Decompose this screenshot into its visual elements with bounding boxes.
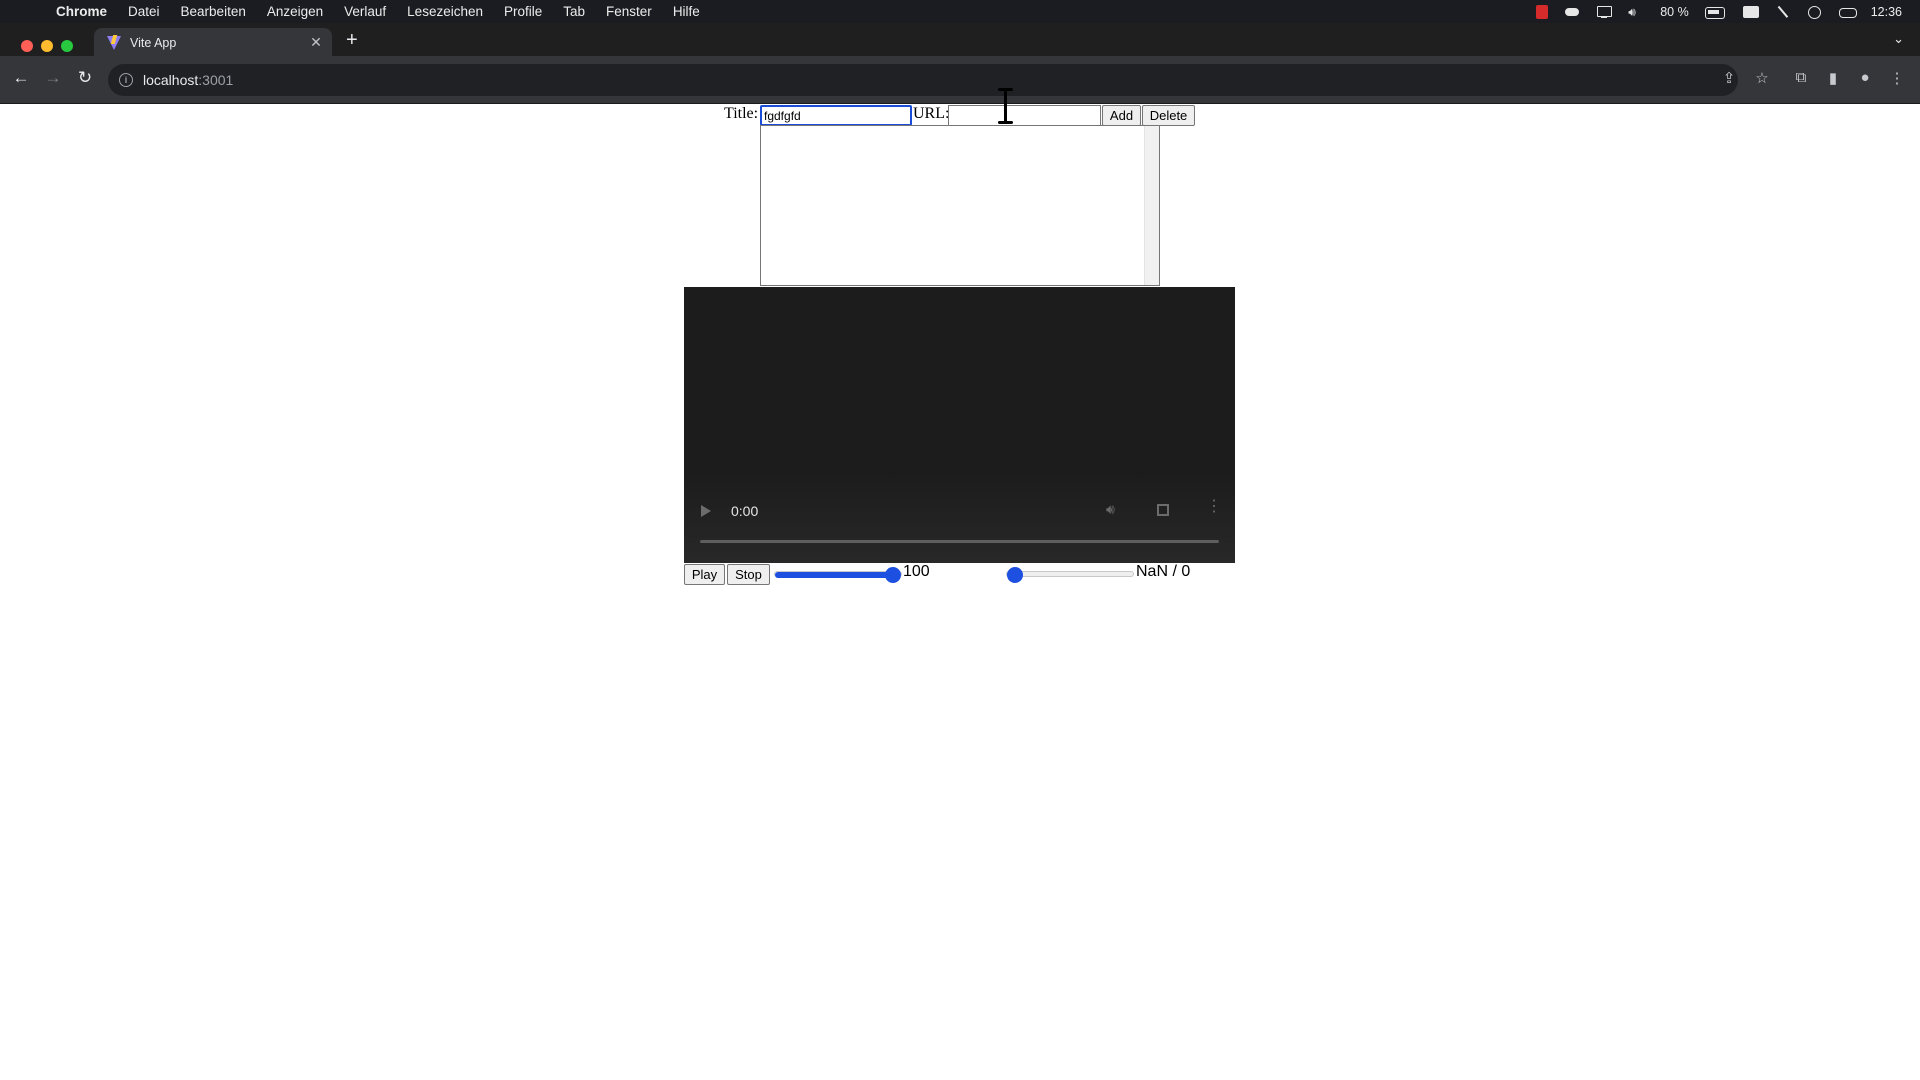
keyboard-icon[interactable] — [1742, 5, 1759, 19]
zoom-window-button[interactable] — [61, 40, 73, 52]
video-more-options-icon[interactable]: ⋮ — [1206, 499, 1222, 515]
tab-search-button[interactable]: ⌄ — [1893, 31, 1904, 47]
add-button[interactable]: Add — [1102, 105, 1141, 126]
display-icon[interactable] — [1596, 5, 1613, 19]
page-content: Title: fgdfgfd URL: Add Delete 0:00 🔊︎ ⋮… — [0, 105, 1920, 1080]
pen-icon[interactable] — [1775, 5, 1791, 19]
status-area: 🔊︎ 80 % 12:36 — [1536, 0, 1902, 23]
bookmark-star-icon[interactable]: ☆ — [1752, 69, 1772, 87]
volume-slider-fill — [775, 572, 893, 578]
cloud-icon[interactable] — [1564, 5, 1580, 19]
control-center-icon[interactable] — [1838, 5, 1857, 19]
listbox-scrollbar[interactable] — [1144, 126, 1159, 285]
menu-item-profile[interactable]: Profile — [504, 4, 542, 19]
url-label: URL: — [913, 105, 950, 122]
volume-slider[interactable] — [774, 567, 902, 583]
battery-icon[interactable] — [1704, 5, 1727, 19]
menu-item-fenster[interactable]: Fenster — [606, 4, 652, 19]
profile-icon[interactable]: ● — [1855, 69, 1875, 86]
reload-icon[interactable]: ↻ — [74, 68, 96, 88]
share-icon[interactable]: ⇪ — [1719, 69, 1739, 87]
play-button[interactable]: Play — [684, 564, 725, 585]
menu-item-anzeigen[interactable]: Anzeigen — [267, 4, 323, 19]
new-tab-button[interactable]: + — [346, 28, 358, 52]
extensions-puzzle-icon[interactable]: ⧉ — [1791, 69, 1811, 86]
video-player[interactable]: 0:00 🔊︎ ⋮ — [684, 287, 1235, 563]
vite-favicon-icon — [106, 35, 122, 51]
menu-item-hilfe[interactable]: Hilfe — [673, 4, 700, 19]
title-label: Title: — [724, 105, 759, 122]
site-info-icon[interactable]: i — [119, 73, 133, 87]
tab-strip: Vite App ✕ + ⌄ — [0, 23, 1920, 57]
side-panel-icon[interactable]: ▮ — [1823, 69, 1843, 87]
menu-clock[interactable]: 12:36 — [1871, 5, 1902, 19]
video-time: 0:00 — [731, 503, 759, 519]
seek-slider-thumb[interactable] — [1007, 567, 1023, 583]
volume-value: 100 — [903, 563, 930, 580]
screen-recording-icon[interactable] — [1536, 4, 1549, 19]
volume-icon[interactable]: 🔊︎ — [1628, 5, 1644, 19]
menu-item-verlauf[interactable]: Verlauf — [344, 4, 386, 19]
url-input[interactable] — [948, 105, 1101, 126]
forward-arrow-icon[interactable]: → — [42, 68, 64, 88]
back-arrow-icon[interactable]: ← — [10, 68, 32, 88]
video-mute-icon[interactable]: 🔊︎ — [1106, 501, 1115, 518]
menu-item-datei[interactable]: Datei — [128, 4, 160, 19]
video-controls-overlay — [684, 473, 1235, 563]
close-window-button[interactable] — [21, 40, 33, 52]
minimize-window-button[interactable] — [41, 40, 53, 52]
macos-menu-bar: Chrome Datei Bearbeiten Anzeigen Verlauf… — [0, 0, 1920, 23]
playlist-listbox[interactable] — [760, 125, 1160, 286]
video-fullscreen-icon[interactable] — [1157, 504, 1169, 516]
tab-vite-app[interactable]: Vite App ✕ — [94, 28, 332, 57]
video-play-icon[interactable] — [701, 505, 711, 517]
menu-item-chrome[interactable]: Chrome — [56, 4, 107, 19]
seek-slider[interactable] — [1006, 567, 1134, 583]
apple-menu-icon[interactable] — [20, 4, 36, 20]
browser-toolbar: ← → ↻ i localhost:3001 ⇪ ☆ ⧉ ▮ ● ⋮ — [0, 56, 1920, 104]
delete-button[interactable]: Delete — [1142, 105, 1195, 126]
tab-title: Vite App — [130, 35, 177, 50]
url-port: :3001 — [198, 72, 234, 88]
address-bar[interactable]: i localhost:3001 — [108, 64, 1738, 96]
url-host: localhost — [143, 72, 199, 88]
chrome-menu-icon[interactable]: ⋮ — [1887, 69, 1907, 87]
battery-percent: 80 % — [1660, 4, 1689, 19]
media-icon[interactable] — [1807, 5, 1823, 19]
title-input[interactable]: fgdfgfd — [760, 105, 912, 126]
tab-close-icon[interactable]: ✕ — [306, 34, 326, 51]
menu-item-lesezeichen[interactable]: Lesezeichen — [407, 4, 483, 19]
menu-item-tab[interactable]: Tab — [563, 4, 585, 19]
stop-button[interactable]: Stop — [727, 564, 770, 585]
text-cursor-icon — [996, 88, 1014, 124]
volume-slider-thumb[interactable] — [885, 567, 901, 583]
video-progress-bar[interactable] — [700, 540, 1219, 543]
time-readout: NaN / 0 — [1136, 563, 1191, 580]
menu-item-bearbeiten[interactable]: Bearbeiten — [181, 4, 246, 19]
